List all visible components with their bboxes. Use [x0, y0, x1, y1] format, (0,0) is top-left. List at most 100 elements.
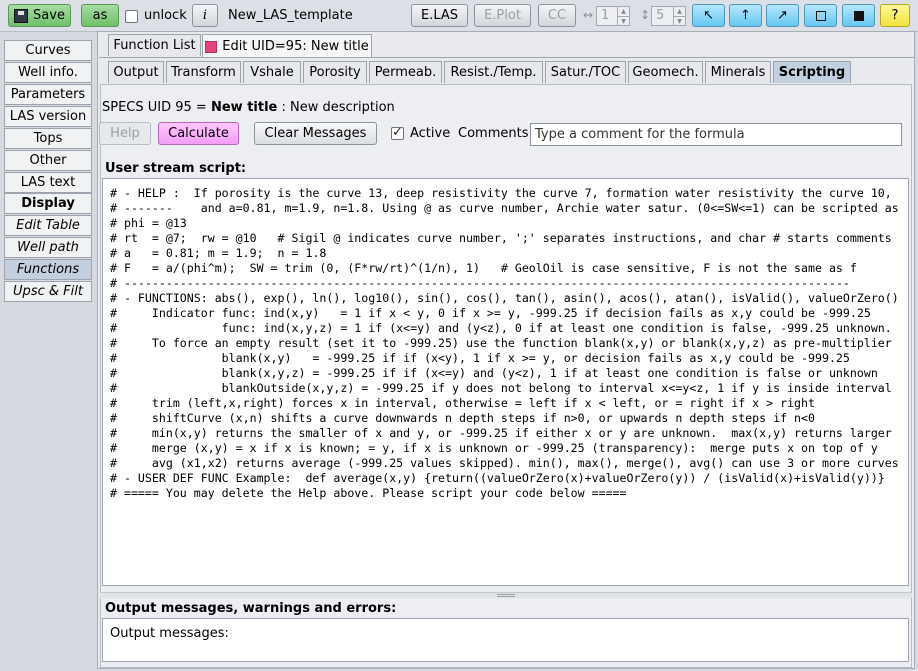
- sidebar-item-label: Other: [29, 153, 67, 168]
- clear-messages-button[interactable]: Clear Messages: [254, 122, 377, 145]
- sidebar-item-upsc-filt[interactable]: Upsc & Filt: [4, 281, 92, 302]
- arrow-up-button[interactable]: ↑: [729, 4, 762, 27]
- help-question-button[interactable]: ?: [880, 4, 910, 27]
- calculate-label: Calculate: [168, 126, 229, 141]
- tab-label: Function List: [113, 38, 196, 53]
- tab-permeab[interactable]: Permeab.: [369, 61, 442, 83]
- tab-geomech[interactable]: Geomech.: [628, 61, 703, 83]
- sidebar-item-label: Parameters: [10, 87, 86, 102]
- sidebar-item-label: Functions: [16, 262, 80, 277]
- sidebar-item-well-info[interactable]: Well info.: [4, 62, 92, 83]
- unlock-label: unlock: [144, 8, 187, 23]
- tab-scripting[interactable]: Scripting: [773, 61, 851, 83]
- spin-down-icon[interactable]: ▼: [617, 16, 629, 25]
- sidebar-item-label: LAS version: [9, 109, 87, 124]
- sidebar-item-label: Well path: [17, 240, 79, 255]
- filled-square-icon: [853, 10, 864, 21]
- cc-button[interactable]: CC: [538, 4, 576, 27]
- tab-vshale[interactable]: Vshale: [243, 61, 301, 83]
- sidebar-item-las-version[interactable]: LAS version: [4, 106, 92, 127]
- tab-label: Vshale: [250, 65, 294, 80]
- floppy-disk-icon: [14, 8, 29, 23]
- specs-separator: :: [277, 100, 291, 115]
- tab-label: Porosity: [309, 65, 361, 80]
- specs-line: SPECS UID 95 = New title : New descripti…: [102, 100, 395, 115]
- tab-label: Minerals: [710, 65, 766, 80]
- calculate-button[interactable]: Calculate: [158, 122, 239, 145]
- columns-value: 1: [601, 8, 610, 23]
- sidebar-item-curves[interactable]: Curves: [4, 40, 92, 61]
- vertical-resize-icon: ↕: [640, 8, 651, 22]
- rows-value: 5: [656, 8, 665, 23]
- tab-label: Output: [113, 65, 159, 80]
- columns-spinner[interactable]: 1 ▲ ▼: [596, 6, 630, 26]
- specs-description: New description: [290, 100, 395, 115]
- sidebar-item-other[interactable]: Other: [4, 150, 92, 171]
- tab-label: Edit UID=95: New title: [222, 39, 369, 54]
- tab-label: Geomech.: [632, 65, 699, 80]
- arrow-up-right-button[interactable]: ↗: [766, 4, 799, 27]
- script-editor[interactable]: # - HELP : If porosity is the curve 13, …: [102, 178, 909, 586]
- tab-output[interactable]: Output: [108, 61, 164, 83]
- export-las-button[interactable]: E.LAS: [411, 4, 468, 27]
- tab-minerals[interactable]: Minerals: [705, 61, 771, 83]
- specs-prefix: SPECS UID 95 =: [102, 100, 211, 115]
- export-plot-button[interactable]: E.Plot: [474, 4, 531, 27]
- top-toolbar: Save as unlock i New_LAS_template E.LAS …: [0, 0, 918, 32]
- tab-label: Permeab.: [374, 65, 437, 80]
- arrow-up-right-icon: ↗: [777, 8, 788, 23]
- tab-label: Resist./Temp.: [450, 65, 537, 80]
- save-label: Save: [33, 8, 65, 23]
- clear-messages-label: Clear Messages: [264, 126, 367, 141]
- splitter-grip-icon[interactable]: [497, 594, 515, 597]
- spin-up-icon[interactable]: ▲: [673, 7, 685, 16]
- tab-porosity[interactable]: Porosity: [303, 61, 367, 83]
- tab-resist-temp[interactable]: Resist./Temp.: [444, 61, 543, 83]
- unlock-checkbox[interactable]: [125, 10, 138, 23]
- sidebar-item-parameters[interactable]: Parameters: [4, 84, 92, 105]
- tab-divider: [99, 57, 914, 58]
- tab-edit-uid[interactable]: Edit UID=95: New title: [202, 34, 372, 58]
- tab-transform[interactable]: Transform: [166, 61, 241, 83]
- output-messages-area[interactable]: Output messages:: [102, 618, 909, 662]
- sidebar-item-label: Tops: [33, 131, 63, 146]
- fullscreen-button[interactable]: [842, 4, 875, 27]
- sidebar-item-label: Display: [21, 196, 75, 211]
- horizontal-resize-icon: ↔: [583, 8, 594, 22]
- output-title: Output messages, warnings and errors:: [105, 601, 397, 616]
- tab-label: Transform: [171, 65, 236, 80]
- tab-function-list[interactable]: Function List: [108, 34, 201, 56]
- tab-label: Scripting: [778, 65, 846, 80]
- tab-label: Satur./TOC: [550, 65, 621, 80]
- sidebar-item-display[interactable]: Display: [4, 193, 92, 214]
- sidebar-item-functions[interactable]: Functions: [4, 259, 92, 280]
- spin-down-icon[interactable]: ▼: [673, 16, 685, 25]
- export-las-label: E.LAS: [420, 8, 459, 23]
- comments-input[interactable]: Type a comment for the formula: [530, 123, 902, 146]
- info-icon: i: [202, 8, 208, 23]
- save-as-button[interactable]: as: [81, 4, 119, 27]
- sidebar-item-las-text[interactable]: LAS text: [4, 172, 92, 193]
- sidebar-item-well-path[interactable]: Well path: [4, 237, 92, 258]
- tab-satur-toc[interactable]: Satur./TOC: [545, 61, 626, 83]
- help-button[interactable]: Help: [99, 122, 151, 145]
- arrow-up-icon: ↑: [740, 8, 751, 23]
- sidebar-item-label: Edit Table: [16, 218, 80, 233]
- arrow-up-left-icon: ↖: [703, 8, 714, 23]
- window-button[interactable]: [804, 4, 837, 27]
- active-checkbox[interactable]: [391, 125, 404, 140]
- template-name: New_LAS_template: [228, 8, 353, 23]
- sidebar-item-edit-table[interactable]: Edit Table: [4, 215, 92, 236]
- sidebar-item-label: Well info.: [18, 65, 78, 80]
- spin-up-icon[interactable]: ▲: [617, 7, 629, 16]
- info-button[interactable]: i: [192, 4, 218, 27]
- save-button[interactable]: Save: [8, 4, 71, 27]
- comments-label: Comments:: [458, 126, 533, 141]
- sidebar-item-tops[interactable]: Tops: [4, 128, 92, 149]
- arrow-up-left-button[interactable]: ↖: [692, 4, 725, 27]
- cc-label: CC: [547, 8, 567, 23]
- script-title: User stream script:: [105, 161, 247, 176]
- rows-spinner[interactable]: 5 ▲ ▼: [651, 6, 686, 26]
- active-label: Active: [410, 126, 451, 141]
- export-plot-label: E.Plot: [484, 8, 521, 23]
